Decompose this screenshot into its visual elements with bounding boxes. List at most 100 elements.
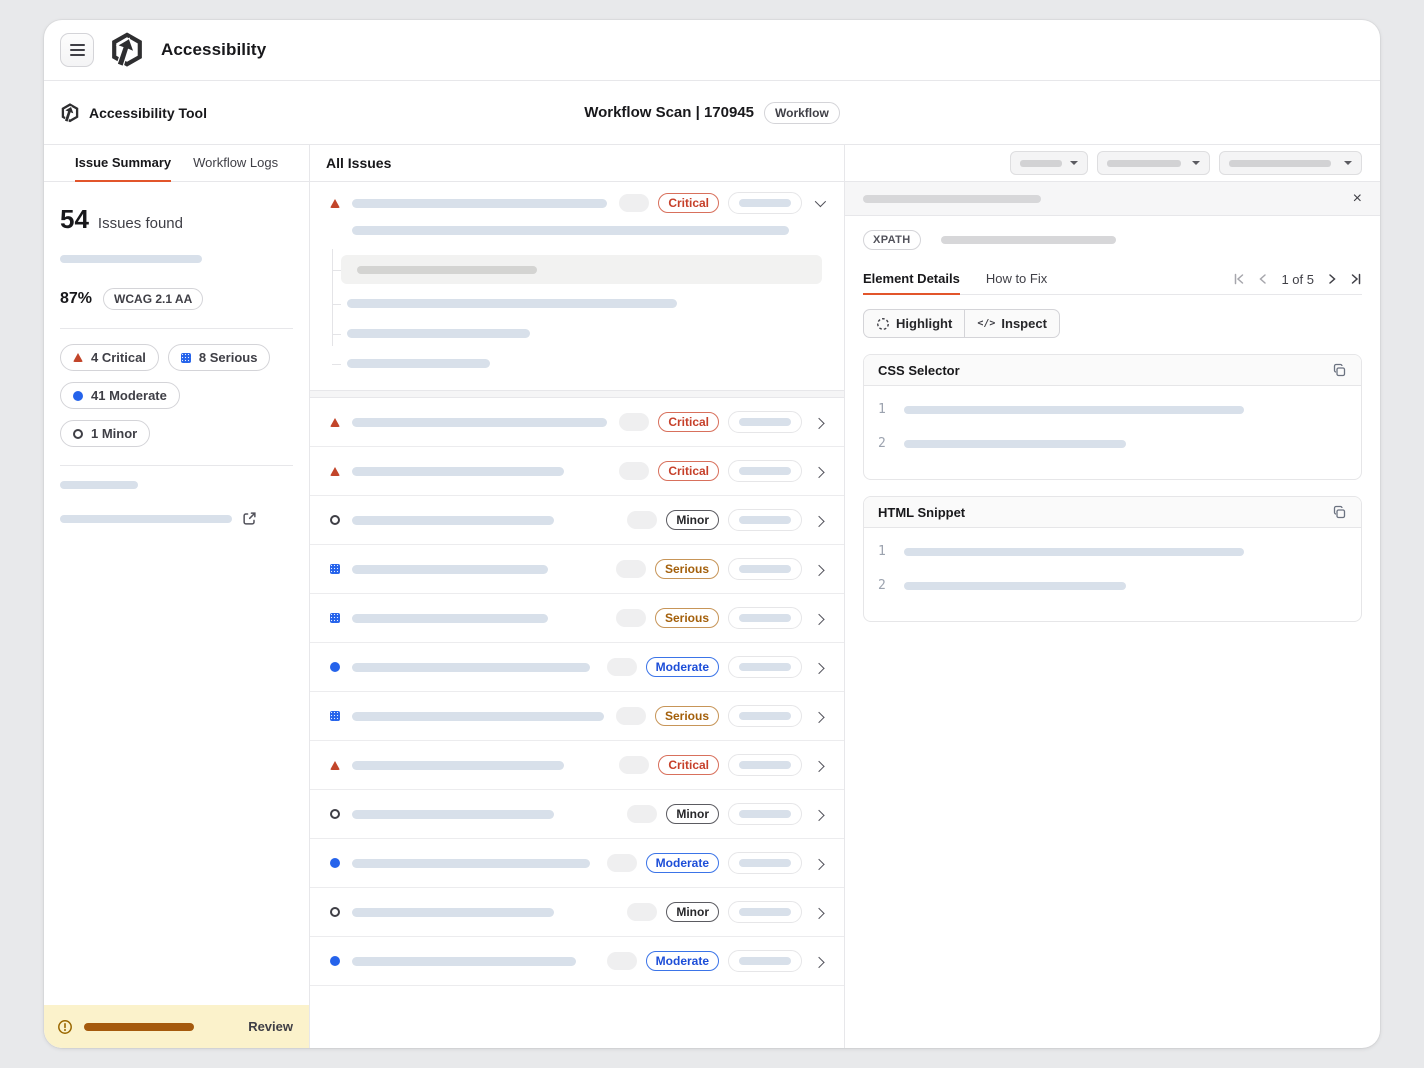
copy-icon[interactable] xyxy=(1332,505,1347,520)
chevron-right-icon[interactable] xyxy=(811,806,827,822)
chevron-down-icon[interactable] xyxy=(811,195,827,211)
hamburger-icon xyxy=(70,44,85,55)
severity-badge: Serious xyxy=(655,706,719,726)
issue-row[interactable]: Moderate xyxy=(310,839,844,888)
severity-chip-label: 8 Serious xyxy=(199,350,258,365)
tree-item[interactable] xyxy=(332,329,844,338)
issue-row[interactable]: Moderate xyxy=(310,643,844,692)
chevron-right-icon[interactable] xyxy=(811,561,827,577)
issue-row[interactable]: Serious xyxy=(310,594,844,643)
chevron-right-icon[interactable] xyxy=(811,757,827,773)
chevron-right-icon[interactable] xyxy=(811,512,827,528)
chevron-right-icon[interactable] xyxy=(811,610,827,626)
first-page-icon[interactable] xyxy=(1233,273,1245,285)
close-icon[interactable]: × xyxy=(1353,191,1362,207)
issue-tag-skeleton xyxy=(619,413,649,431)
code-skeleton xyxy=(904,548,1244,556)
issue-tag-skeleton xyxy=(627,903,657,921)
details-column: × XPATH Element Details How to Fix xyxy=(845,145,1380,1048)
severity-icon xyxy=(330,564,340,574)
issue-row[interactable]: Serious xyxy=(310,692,844,741)
severity-badge: Critical xyxy=(658,755,719,775)
brand-logo-icon xyxy=(109,32,145,68)
copy-icon[interactable] xyxy=(1332,363,1347,378)
line-number: 1 xyxy=(878,402,886,417)
issue-row[interactable]: Moderate xyxy=(310,937,844,986)
severity-chip[interactable]: 8 Serious xyxy=(168,344,271,371)
filter-dropdown[interactable] xyxy=(1219,151,1362,175)
issue-count-pill xyxy=(728,460,802,482)
severity-badge: Moderate xyxy=(646,951,719,971)
app-title: Accessibility xyxy=(161,40,266,60)
severity-badge: Minor xyxy=(666,804,719,824)
tab-element-details[interactable]: Element Details xyxy=(863,264,960,295)
severity-chip[interactable]: 41 Moderate xyxy=(60,382,180,409)
issue-row[interactable]: Critical xyxy=(310,398,844,447)
issue-row[interactable]: Critical xyxy=(310,182,844,224)
filter-dropdown[interactable] xyxy=(1010,151,1088,175)
sidebar-skeleton xyxy=(60,481,138,489)
severity-badge: Minor xyxy=(666,902,719,922)
severity-icon xyxy=(330,956,340,966)
review-alert-bar: Review xyxy=(44,1005,309,1048)
code-panel-title: CSS Selector xyxy=(878,363,960,378)
severity-chip[interactable]: 4 Critical xyxy=(60,344,159,371)
chevron-right-icon[interactable] xyxy=(811,855,827,871)
issue-count-pill xyxy=(728,607,802,629)
chevron-right-icon[interactable] xyxy=(811,708,827,724)
issue-row[interactable]: Minor xyxy=(310,790,844,839)
pagination: 1 of 5 xyxy=(1233,264,1362,294)
next-page-icon[interactable] xyxy=(1326,273,1338,285)
severity-icon xyxy=(73,429,83,439)
severity-chips: 4 Critical 8 Serious 41 Moderate 1 Minor xyxy=(60,344,293,447)
issue-description-skeleton xyxy=(352,226,789,235)
page-indicator: 1 of 5 xyxy=(1281,272,1314,287)
issue-row[interactable]: Critical xyxy=(310,447,844,496)
severity-icon xyxy=(330,613,340,623)
tree-item[interactable] xyxy=(332,299,844,308)
tree-item-selected[interactable] xyxy=(332,255,844,284)
tab-issue-summary[interactable]: Issue Summary xyxy=(75,145,171,182)
tab-workflow-logs[interactable]: Workflow Logs xyxy=(193,145,278,182)
code-icon: </> xyxy=(977,318,995,329)
issue-count-pill xyxy=(728,803,802,825)
chevron-right-icon[interactable] xyxy=(811,953,827,969)
chevron-right-icon[interactable] xyxy=(811,463,827,479)
review-button[interactable]: Review xyxy=(248,1019,293,1034)
issue-row[interactable]: Minor xyxy=(310,496,844,545)
severity-icon xyxy=(330,761,340,770)
issue-tag-skeleton xyxy=(607,854,637,872)
inspect-button[interactable]: </> Inspect xyxy=(964,310,1059,337)
chevron-right-icon[interactable] xyxy=(811,659,827,675)
issue-row[interactable]: Critical xyxy=(310,741,844,790)
severity-chip[interactable]: 1 Minor xyxy=(60,420,150,447)
issue-row[interactable]: Minor xyxy=(310,888,844,937)
chevron-right-icon[interactable] xyxy=(811,414,827,430)
element-details-panel: XPATH Element Details How to Fix 1 of 5 xyxy=(845,216,1380,636)
filter-dropdown[interactable] xyxy=(1097,151,1210,175)
divider xyxy=(60,328,293,329)
external-link-icon[interactable] xyxy=(242,511,257,526)
hamburger-menu-button[interactable] xyxy=(60,33,94,67)
issues-column: All Issues Critical Critical Critic xyxy=(310,145,845,1048)
issue-title-skeleton xyxy=(352,957,576,966)
issue-title-skeleton xyxy=(352,467,564,476)
issue-count-pill xyxy=(728,901,802,923)
prev-page-icon[interactable] xyxy=(1257,273,1269,285)
issue-tag-skeleton xyxy=(607,952,637,970)
code-line: 1 xyxy=(878,402,1347,417)
issue-row[interactable]: Serious xyxy=(310,545,844,594)
tab-how-to-fix[interactable]: How to Fix xyxy=(986,264,1047,295)
progress-skeleton xyxy=(60,255,202,263)
issue-title-skeleton xyxy=(352,199,607,208)
tool-name-group: Accessibility Tool xyxy=(60,103,207,123)
filters-toolbar xyxy=(845,145,1380,182)
highlight-button[interactable]: Highlight xyxy=(864,310,964,337)
chevron-down-icon xyxy=(1192,161,1200,165)
severity-badge: Moderate xyxy=(646,853,719,873)
tree-item[interactable] xyxy=(332,359,844,368)
last-page-icon[interactable] xyxy=(1350,273,1362,285)
severity-icon xyxy=(73,353,83,362)
chevron-right-icon[interactable] xyxy=(811,904,827,920)
severity-chip-label: 4 Critical xyxy=(91,350,146,365)
